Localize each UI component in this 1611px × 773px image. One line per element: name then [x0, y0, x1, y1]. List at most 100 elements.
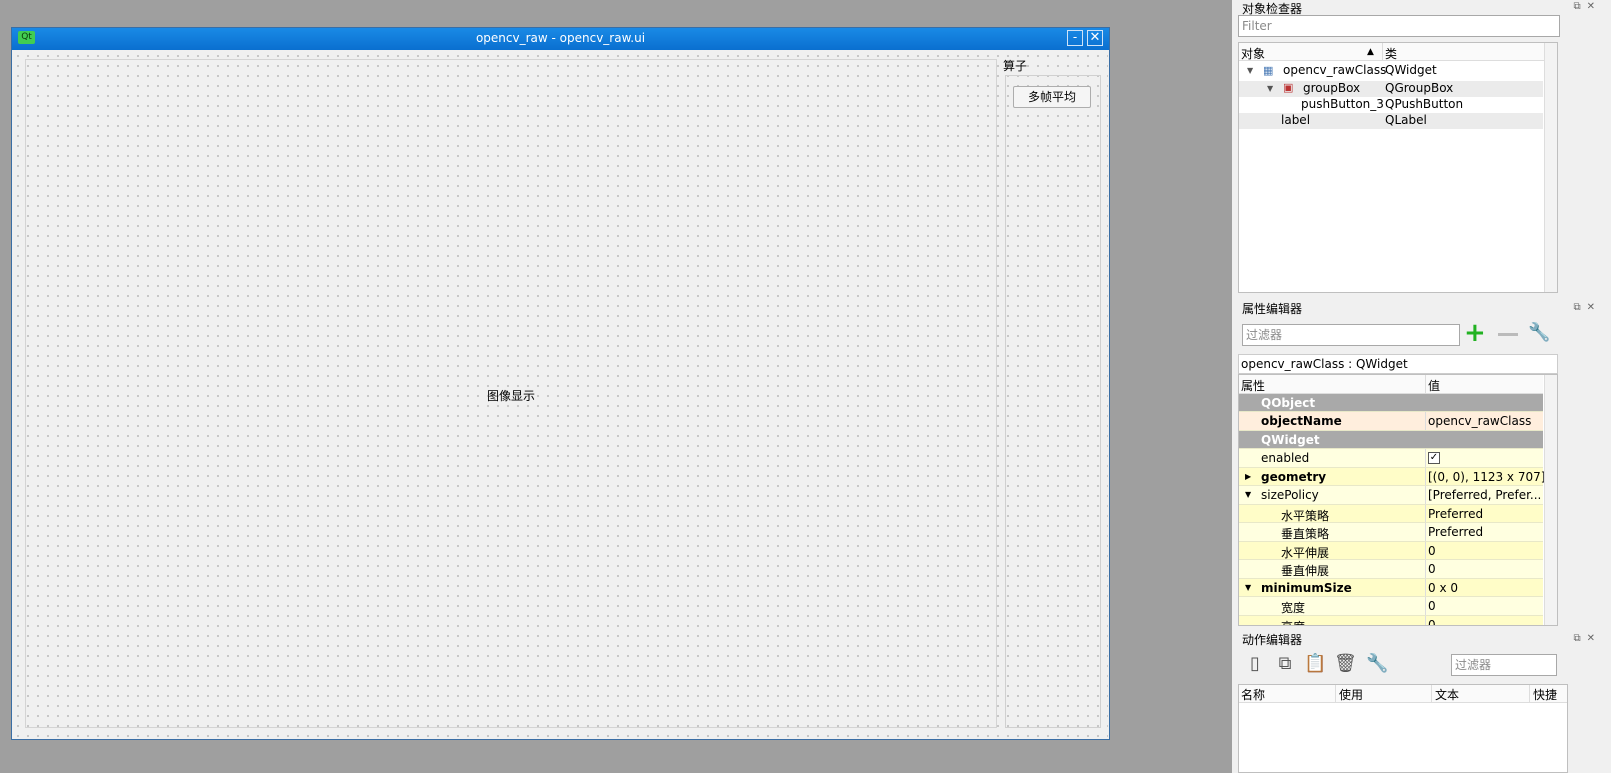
property-context-label: opencv_rawClass : QWidget [1238, 354, 1558, 374]
minimize-button[interactable]: - [1067, 30, 1083, 46]
header-divider [1529, 685, 1530, 702]
action-table[interactable]: 名称 使用 文本 快捷 [1238, 684, 1568, 773]
collapse-arrow-icon[interactable]: ▼ [1245, 490, 1251, 499]
property-name: 水平策略 [1281, 508, 1330, 523]
category-name: QObject [1261, 395, 1316, 410]
category-name: QWidget [1261, 432, 1320, 447]
property-row[interactable]: ▼ minimumSize 0 x 0 [1239, 578, 1543, 597]
property-value[interactable]: 0 [1428, 562, 1436, 576]
property-editor-panel: 属性编辑器 ⧉✕ 过滤器 + 🔧 opencv_rawClass : QWidg… [1232, 296, 1611, 626]
wrench-icon[interactable]: 🔧 [1528, 322, 1550, 343]
col-used-header[interactable]: 使用 [1339, 686, 1363, 703]
action-table-header: 名称 使用 文本 快捷 [1239, 685, 1567, 703]
property-value[interactable]: 0 [1428, 618, 1436, 626]
tree-row[interactable]: pushButton_3 QPushButton [1239, 97, 1543, 113]
expand-arrow-icon[interactable]: ▼ [1247, 66, 1253, 75]
property-row[interactable]: 水平策略 Preferred [1239, 504, 1543, 523]
action-filter-input[interactable]: 过滤器 [1451, 654, 1557, 676]
property-row[interactable]: 水平伸展 0 [1239, 541, 1543, 560]
form-titlebar[interactable]: Qt opencv_raw - opencv_raw.ui - ✕ [12, 28, 1109, 50]
object-tree[interactable]: 对象 ▲ 类 ▼ ▦ opencv_rawClass QWidget ▼ ▣ g… [1238, 42, 1558, 293]
copy-icon[interactable]: ⧉ [1274, 652, 1296, 676]
col-property-header[interactable]: 属性 [1241, 377, 1265, 394]
paste-icon[interactable]: 📋 [1304, 652, 1326, 676]
property-row[interactable]: enabled ✓ [1239, 449, 1543, 468]
property-row[interactable]: 垂直策略 Preferred [1239, 523, 1543, 542]
col-name-header[interactable]: 名称 [1241, 686, 1265, 703]
property-row[interactable]: objectName opencv_rawClass [1239, 412, 1543, 431]
collapse-arrow-icon[interactable]: ▼ [1245, 583, 1251, 592]
wrench-icon[interactable]: 🔧 [1366, 652, 1388, 676]
column-divider [1425, 375, 1426, 393]
close-icon[interactable]: ✕ [1587, 1, 1601, 12]
property-table[interactable]: 属性 值 QObject objectName opencv_rawClass … [1238, 374, 1558, 626]
action-editor-panel: 动作编辑器 ⧉✕ ▯ ⧉ 📋 🗑 🔧 过滤器 名称 使用 文本 快捷 [1232, 626, 1611, 773]
form-window: Qt opencv_raw - opencv_raw.ui - ✕ 图像显示 算… [11, 27, 1110, 740]
column-divider [1425, 486, 1426, 504]
close-button[interactable]: ✕ [1087, 30, 1103, 46]
object-tree-scrollbar[interactable] [1544, 43, 1557, 292]
header-divider [1335, 685, 1336, 702]
property-editor-title: 属性编辑器 [1242, 302, 1303, 316]
property-row[interactable]: ▶ geometry [(0, 0), 1123 x 707] [1239, 467, 1545, 486]
property-name: geometry [1261, 469, 1327, 484]
property-category-row[interactable]: QWidget [1239, 430, 1543, 449]
property-row[interactable]: 高度 0 [1239, 615, 1543, 626]
tree-row[interactable]: ▼ ▣ groupBox QGroupBox [1239, 81, 1543, 97]
col-object-header[interactable]: 对象 [1241, 45, 1265, 62]
column-divider [1425, 449, 1426, 467]
property-value[interactable]: 0 [1428, 599, 1436, 613]
groupbox-title: 算子 [1003, 59, 1028, 73]
enabled-checkbox[interactable]: ✓ [1428, 452, 1440, 464]
property-value[interactable]: opencv_rawClass [1428, 414, 1531, 428]
property-name: 垂直伸展 [1281, 564, 1330, 578]
column-divider [1425, 412, 1426, 430]
trash-icon[interactable]: 🗑 [1334, 652, 1357, 676]
tree-row-name: pushButton_3 [1301, 97, 1384, 111]
property-category-row[interactable]: QObject [1239, 393, 1543, 412]
column-divider [1425, 597, 1426, 615]
col-value-header[interactable]: 值 [1428, 377, 1440, 394]
new-document-icon[interactable]: ▯ [1244, 652, 1266, 676]
property-value[interactable]: [(0, 0), 1123 x 707] [1428, 470, 1545, 484]
property-value[interactable]: 0 x 0 [1428, 581, 1458, 595]
property-table-header: 属性 值 [1239, 375, 1543, 394]
expand-arrow-icon[interactable]: ▼ [1267, 84, 1273, 93]
object-filter-input[interactable]: Filter [1238, 15, 1560, 37]
tree-row[interactable]: label QLabel [1239, 113, 1543, 129]
property-editor-dock-controls[interactable]: ⧉✕ [1573, 302, 1601, 313]
float-icon[interactable]: ⧉ [1573, 302, 1586, 313]
property-value[interactable]: [Preferred, Prefer... [1428, 488, 1541, 502]
tree-row-class: QPushButton [1385, 97, 1464, 111]
operator-groupbox[interactable]: 多帧平均 [1005, 75, 1101, 728]
float-icon[interactable]: ⧉ [1573, 633, 1586, 644]
expand-arrow-icon[interactable]: ▶ [1245, 472, 1251, 481]
col-text-header[interactable]: 文本 [1435, 686, 1459, 703]
sort-up-icon: ▲ [1367, 47, 1374, 57]
tree-row-name: opencv_rawClass [1283, 63, 1387, 77]
property-value[interactable]: Preferred [1428, 507, 1483, 521]
property-value[interactable]: 0 [1428, 544, 1436, 558]
property-row[interactable]: ▼ sizePolicy [Preferred, Prefer... [1239, 486, 1543, 505]
close-icon[interactable]: ✕ [1587, 633, 1601, 644]
property-row[interactable]: 垂直伸展 0 [1239, 560, 1543, 579]
object-inspector-dock-controls[interactable]: ⧉✕ [1573, 1, 1601, 12]
object-inspector-panel: 对象检查器 ⧉✕ Filter 对象 ▲ 类 ▼ ▦ opencv_rawCla… [1232, 0, 1611, 296]
multi-frame-average-button[interactable]: 多帧平均 [1013, 86, 1091, 108]
design-canvas[interactable]: 图像显示 算子 多帧平均 [13, 51, 1108, 738]
property-table-scrollbar[interactable] [1544, 375, 1557, 625]
float-icon[interactable]: ⧉ [1573, 1, 1586, 12]
minus-icon[interactable] [1498, 333, 1518, 336]
action-editor-dock-controls[interactable]: ⧉✕ [1573, 633, 1601, 644]
col-class-header[interactable]: 类 [1385, 45, 1397, 62]
property-filter-input[interactable]: 过滤器 [1242, 324, 1460, 346]
close-icon[interactable]: ✕ [1587, 302, 1601, 313]
tree-row[interactable]: ▼ ▦ opencv_rawClass QWidget [1239, 63, 1543, 79]
tree-row-class: QWidget [1385, 63, 1437, 77]
tree-row-name: label [1281, 113, 1311, 127]
property-value[interactable]: Preferred [1428, 525, 1483, 539]
property-row[interactable]: 宽度 0 [1239, 597, 1543, 616]
image-display-label[interactable]: 图像显示 [25, 59, 997, 728]
col-shortcut-header[interactable]: 快捷 [1533, 686, 1557, 703]
plus-icon[interactable]: + [1464, 320, 1486, 346]
